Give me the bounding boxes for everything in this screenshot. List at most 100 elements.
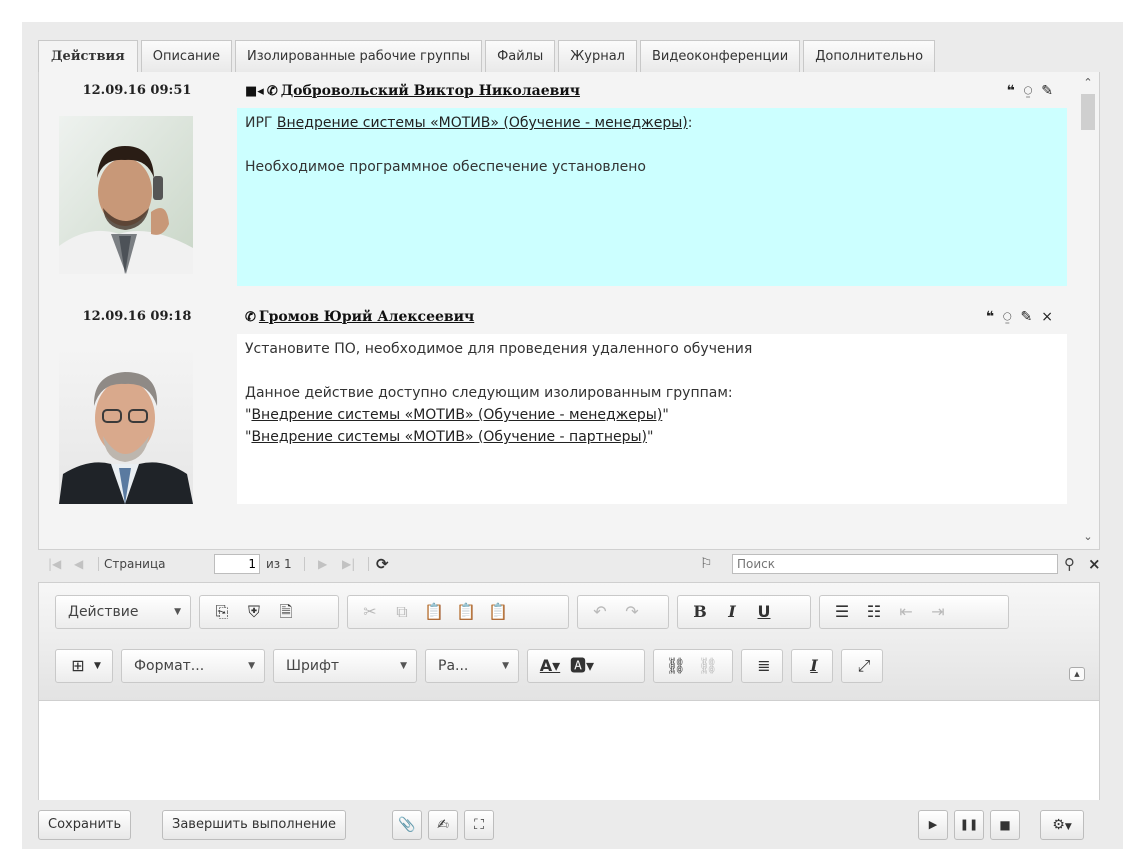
org-structure-icon[interactable]: ⛶ xyxy=(464,810,494,840)
save-button[interactable]: Сохранить xyxy=(38,810,132,840)
numbered-list-icon[interactable]: ☰ xyxy=(830,598,854,626)
refresh-icon[interactable]: ⟳ xyxy=(376,550,389,578)
edit-icon[interactable]: ✎ xyxy=(1041,76,1053,106)
page-count-label: из 1 xyxy=(266,557,292,571)
entry-actions: ❝ ⍜ ✎ xyxy=(998,76,1053,106)
redo-icon[interactable]: ↷ xyxy=(620,598,644,626)
remove-format-icon: I xyxy=(810,656,818,675)
underline-button[interactable]: U xyxy=(752,598,776,626)
paste-icon[interactable]: 📋 xyxy=(422,598,446,626)
insert-toolbar-group: ⎘ ⛨ 🗎 xyxy=(199,595,339,629)
visibility-icon[interactable]: ⍜ xyxy=(1003,302,1011,332)
empty-line xyxy=(245,360,1059,382)
page-number-input[interactable] xyxy=(214,554,260,574)
template-icon[interactable]: ⎘ xyxy=(210,598,234,626)
action-type-label: Действие xyxy=(68,604,139,620)
collapse-toolbar-icon[interactable]: ▲ xyxy=(1069,667,1085,681)
author-link[interactable]: ■◂ ✆ Добровольский Виктор Николаевич xyxy=(245,76,580,107)
tab-isolated-groups[interactable]: Изолированные рабочие группы xyxy=(234,40,483,72)
cut-icon[interactable]: ✂ xyxy=(358,598,382,626)
shield-plus-icon[interactable]: ⛨ xyxy=(242,598,266,626)
italic-button[interactable]: I xyxy=(720,598,744,626)
document-link-icon[interactable]: 🗎 xyxy=(274,598,298,626)
tab-videoconferences[interactable]: Видеоконференции xyxy=(639,40,801,72)
color-toolbar-group: A▾ 🅰▾ xyxy=(527,649,645,683)
maximize-icon: ⤢ xyxy=(857,656,871,675)
edit-icon[interactable]: ✎ xyxy=(1021,302,1033,332)
action-type-dropdown[interactable]: Действие ▼ xyxy=(55,595,191,629)
tab-description[interactable]: Описание xyxy=(140,40,232,72)
scroll-down-icon[interactable]: ⌄ xyxy=(1077,528,1099,546)
copy-icon[interactable]: ⧉ xyxy=(390,598,414,626)
action-message: Установите ПО, необходимое для проведени… xyxy=(237,334,1067,504)
previous-page-icon[interactable]: ◀ xyxy=(74,550,83,578)
tab-additional[interactable]: Дополнительно xyxy=(803,40,936,72)
author-name[interactable]: Добровольский Виктор Николаевич xyxy=(281,83,580,99)
phone-icon: ✆ xyxy=(245,310,256,325)
message-body: Необходимое программное обеспечение уста… xyxy=(245,159,646,175)
settings-menu-button[interactable]: ⚙▼ xyxy=(1040,810,1084,840)
delete-icon[interactable]: × xyxy=(1041,302,1053,332)
next-page-icon[interactable]: ▶ xyxy=(318,550,327,578)
horizontal-rule-button[interactable]: ≣ xyxy=(741,649,783,683)
clear-search-icon[interactable]: × xyxy=(1088,550,1101,578)
style-toolbar-group: B I U xyxy=(677,595,811,629)
pause-icon[interactable]: ❚❚ xyxy=(954,810,984,840)
last-page-icon[interactable]: ▶| xyxy=(342,550,355,578)
scroll-thumb[interactable] xyxy=(1081,94,1095,130)
paste-text-icon[interactable]: 📋 xyxy=(454,598,478,626)
scroll-up-icon[interactable]: ⌃ xyxy=(1077,74,1099,92)
message-editor: Действие ▼ ⎘ ⛨ 🗎 ✂ ⧉ 📋 📋 📋 ↶ ↷ B I U ☰ ☷… xyxy=(38,582,1100,800)
table-button[interactable]: ⊞ ▼ xyxy=(55,649,113,683)
outdent-icon[interactable]: ⇤ xyxy=(894,598,918,626)
first-page-icon[interactable]: |◀ xyxy=(48,550,61,578)
group-link[interactable]: Внедрение системы «МОТИВ» (Обучение - ме… xyxy=(277,115,688,131)
search-icon[interactable]: ⚲ xyxy=(1064,550,1075,578)
tab-actions[interactable]: Действия xyxy=(38,40,138,73)
complete-button[interactable]: Завершить выполнение xyxy=(162,810,347,840)
chevron-down-icon: ▼ xyxy=(502,661,509,671)
font-dropdown[interactable]: Шрифт ▼ xyxy=(273,649,417,683)
remove-format-button[interactable]: I xyxy=(791,649,833,683)
format-dropdown[interactable]: Формат... ▼ xyxy=(121,649,265,683)
attach-icon[interactable]: 📎 xyxy=(392,810,422,840)
search-input[interactable] xyxy=(732,554,1058,574)
divider xyxy=(368,557,369,571)
group-link[interactable]: Внедрение системы «МОТИВ» (Обучение - ме… xyxy=(251,407,662,423)
author-name[interactable]: Громов Юрий Алексеевич xyxy=(259,309,474,325)
feed-scrollbar[interactable]: ⌃ ⌄ xyxy=(1077,72,1099,549)
list-toolbar-group: ☰ ☷ ⇤ ⇥ xyxy=(819,595,1009,629)
paste-word-icon[interactable]: 📋 xyxy=(486,598,510,626)
action-entry-header: 12.09.16 09:18 ✆ Громов Юрий Алексеевич ❝… xyxy=(39,302,1067,332)
maximize-button[interactable]: ⤢ xyxy=(841,649,883,683)
bulleted-list-icon[interactable]: ☷ xyxy=(862,598,886,626)
text-color-icon[interactable]: A▾ xyxy=(538,652,562,680)
chevron-down-icon: ▼ xyxy=(248,661,255,671)
link-icon[interactable]: ⛓ xyxy=(664,652,688,680)
chevron-down-icon: ▼ xyxy=(400,661,407,671)
task-panel: Действия Описание Изолированные рабочие … xyxy=(22,22,1123,849)
quote-icon[interactable]: ❝ xyxy=(986,302,994,332)
tab-journal[interactable]: Журнал xyxy=(558,40,637,72)
indent-icon[interactable]: ⇥ xyxy=(926,598,950,626)
bold-button[interactable]: B xyxy=(688,598,712,626)
visibility-icon[interactable]: ⍜ xyxy=(1024,76,1032,106)
horizontal-rule-icon: ≣ xyxy=(757,656,771,675)
group-link[interactable]: Внедрение системы «МОТИВ» (Обучение - па… xyxy=(251,429,647,445)
author-link[interactable]: ✆ Громов Юрий Алексеевич xyxy=(245,302,474,333)
background-color-icon[interactable]: 🅰▾ xyxy=(570,652,594,680)
tab-files[interactable]: Файлы xyxy=(485,40,556,72)
pager-bar: |◀ ◀ Страница из 1 ▶ ▶| ⟳ ⚐ ⚲ × xyxy=(38,550,1101,578)
play-icon[interactable]: ▶ xyxy=(918,810,948,840)
message-line: Установите ПО, необходимое для проведени… xyxy=(245,341,753,357)
unlink-icon[interactable]: ⛓ xyxy=(696,652,720,680)
signature-icon[interactable]: ✍ xyxy=(428,810,458,840)
quote-icon[interactable]: ❝ xyxy=(1007,76,1015,106)
avatar xyxy=(59,116,193,274)
message-text-area[interactable] xyxy=(39,702,1099,800)
font-size-dropdown[interactable]: Ра... ▼ xyxy=(425,649,519,683)
flag-icon[interactable]: ⚐ xyxy=(700,550,713,578)
stop-icon[interactable]: ■ xyxy=(990,810,1020,840)
page-label: Страница xyxy=(104,557,166,571)
undo-icon[interactable]: ↶ xyxy=(588,598,612,626)
